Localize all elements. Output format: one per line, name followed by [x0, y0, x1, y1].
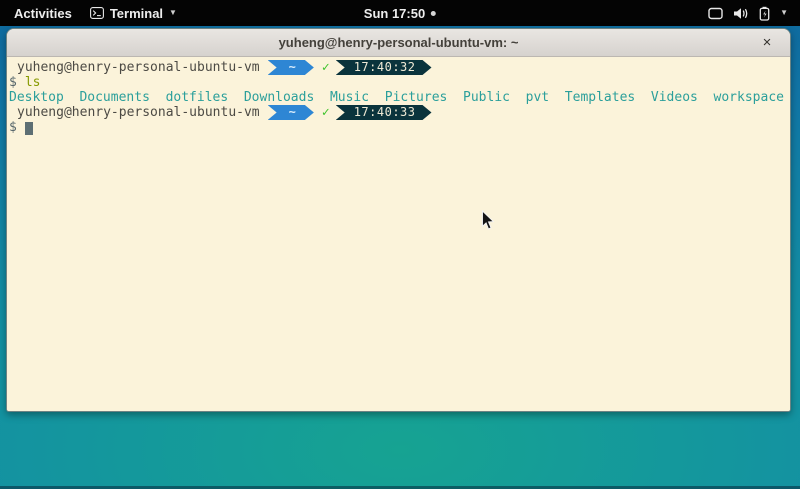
close-button[interactable]: ×: [756, 29, 778, 56]
notification-dot: [431, 11, 436, 16]
directory-name: workspace: [714, 90, 784, 105]
terminal-window: yuheng@henry-personal-ubuntu-vm: ~ × yuh…: [6, 28, 791, 412]
powerline-time-segment: 17:40:33: [336, 105, 432, 120]
directory-name: Videos: [651, 90, 698, 105]
shell-prompt-symbol: $: [9, 75, 17, 90]
command-line: $ ls: [9, 75, 790, 90]
system-status-menu[interactable]: ▼: [708, 0, 790, 26]
directory-name: Downloads: [244, 90, 314, 105]
directory-name: pvt: [526, 90, 549, 105]
typed-command: ls: [25, 75, 41, 90]
check-icon: ✓: [322, 105, 330, 120]
prompt-user: yuheng@henry-personal-ubuntu-vm: [17, 105, 260, 120]
activities-button[interactable]: Activities: [10, 6, 76, 21]
battery-charging-icon: [759, 6, 770, 21]
volume-icon: [733, 7, 749, 20]
chevron-down-icon: ▼: [780, 9, 788, 17]
prompt-user: yuheng@henry-personal-ubuntu-vm: [17, 60, 260, 75]
powerline-path-segment: ~: [268, 105, 314, 120]
window-title: yuheng@henry-personal-ubuntu-vm: ~: [279, 35, 519, 50]
directory-name: Music: [330, 90, 369, 105]
desktop-background: Activities Terminal ▼ Sun 17:50: [0, 0, 800, 489]
prompt-line: yuheng@henry-personal-ubuntu-vm ~ ✓ 17:40:3…: [9, 60, 790, 75]
terminal-icon: [90, 7, 104, 19]
prompt-line: yuheng@henry-personal-ubuntu-vm ~ ✓ 17:40:3…: [9, 105, 790, 120]
gnome-top-bar: Activities Terminal ▼ Sun 17:50: [0, 0, 800, 26]
directory-name: dotfiles: [166, 90, 229, 105]
terminal-cursor: [25, 122, 33, 135]
display-icon: [708, 7, 723, 20]
terminal-screen[interactable]: yuheng@henry-personal-ubuntu-vm ~ ✓ 17:40:3…: [7, 57, 790, 412]
check-icon: ✓: [322, 60, 330, 75]
directory-name: Templates: [565, 90, 635, 105]
clock-label: Sun 17:50: [364, 6, 425, 21]
powerline-path-segment: ~: [268, 60, 314, 75]
ls-output-line: Desktop Documents dotfiles Downloads Mus…: [9, 90, 790, 105]
shell-prompt-symbol: $: [9, 120, 17, 135]
directory-name: Public: [463, 90, 510, 105]
directory-name: Pictures: [385, 90, 448, 105]
app-menu-button[interactable]: Terminal ▼: [90, 6, 177, 21]
top-bar-left: Activities Terminal ▼: [10, 0, 177, 26]
directory-name: Documents: [79, 90, 149, 105]
directory-name: Desktop: [9, 90, 64, 105]
powerline-time-segment: 17:40:32: [336, 60, 432, 75]
input-line: $: [9, 120, 790, 135]
window-titlebar[interactable]: yuheng@henry-personal-ubuntu-vm: ~ ×: [7, 29, 790, 57]
app-menu-label: Terminal: [110, 6, 163, 21]
chevron-down-icon: ▼: [169, 9, 177, 17]
clock-button[interactable]: Sun 17:50: [364, 0, 436, 26]
